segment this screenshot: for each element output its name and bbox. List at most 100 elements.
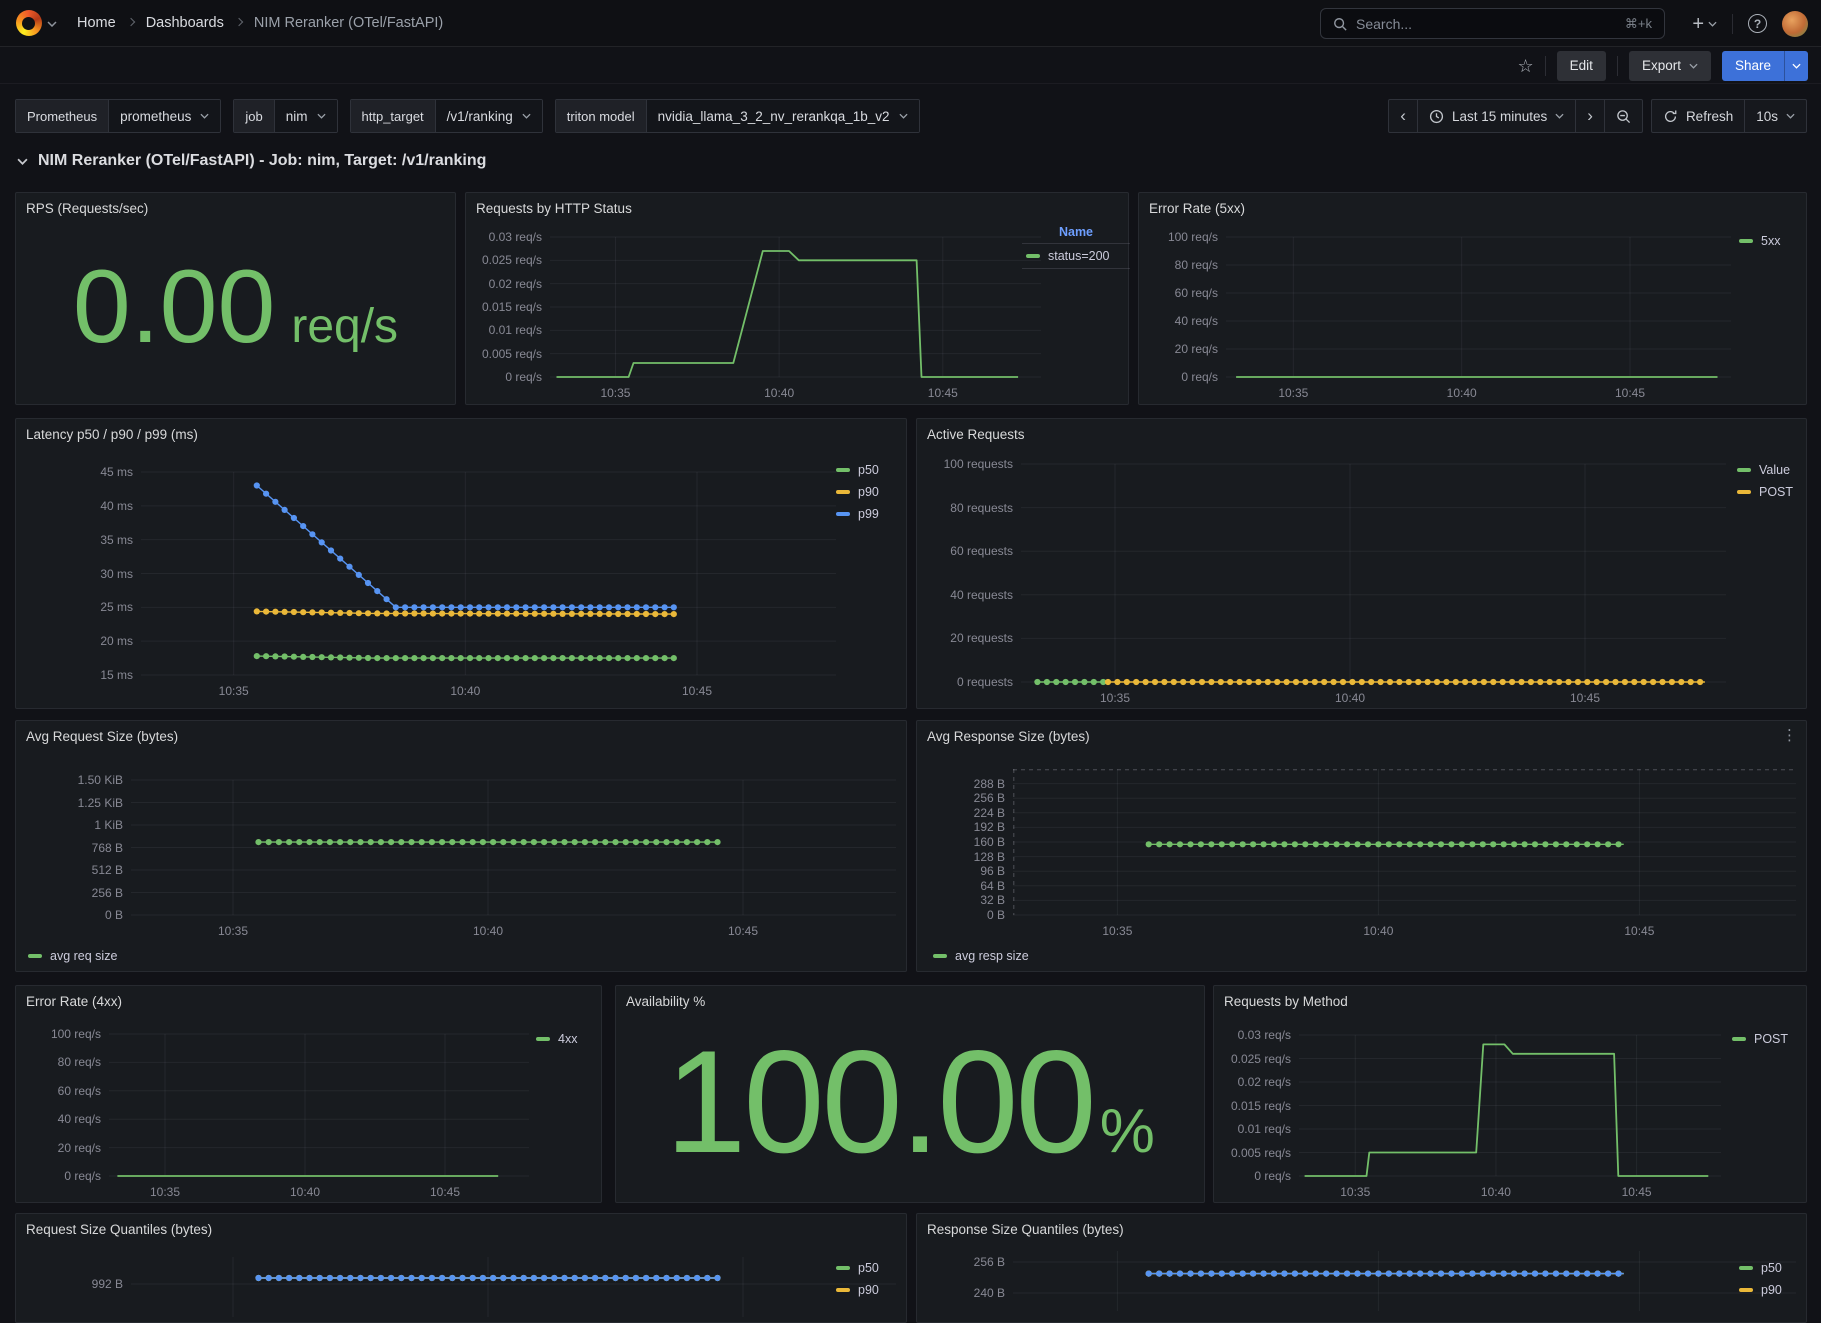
variable-value-dropdown[interactable]: nim: [274, 100, 337, 132]
y-tick-label: 0 req/s: [434, 370, 542, 384]
legend-item-Value[interactable]: Value: [1737, 459, 1793, 481]
legend-label: avg resp size: [955, 949, 1029, 963]
variable-value-dropdown[interactable]: prometheus: [108, 100, 220, 132]
panel-title[interactable]: Avg Response Size (bytes): [917, 721, 1100, 751]
series-POST: [1305, 1044, 1709, 1176]
legend-label: p50: [858, 1261, 879, 1275]
legend-item-4xx[interactable]: 4xx: [536, 1028, 577, 1050]
share-button[interactable]: Share: [1722, 51, 1784, 81]
y-tick-label: 512 B: [15, 863, 123, 877]
x-tick-label: 10:35: [1080, 691, 1150, 705]
legend-item-p99[interactable]: p99: [836, 503, 879, 525]
y-tick-label: 288 B: [897, 777, 1005, 791]
panel-title[interactable]: Error Rate (5xx): [1139, 193, 1255, 223]
panel-avg-request-size: Avg Request Size (bytes) 0 B256 B512 B76…: [15, 720, 907, 972]
grafana-logo[interactable]: [16, 10, 42, 36]
edit-button[interactable]: Edit: [1557, 51, 1606, 81]
stat-value-wrap: 100.00 %: [616, 1012, 1204, 1192]
search-icon: [1333, 17, 1347, 31]
x-tick-label: 10:35: [1082, 924, 1152, 938]
panel-title[interactable]: Response Size Quantiles (bytes): [917, 1214, 1134, 1244]
row-title: NIM Reranker (OTel/FastAPI) - Job: nim, …: [38, 152, 486, 170]
legend-item-avg resp size[interactable]: avg resp size: [933, 945, 1029, 967]
legend-series-color: [836, 512, 850, 516]
panel-title[interactable]: Requests by HTTP Status: [466, 193, 642, 223]
legend-item-p50[interactable]: p50: [1739, 1257, 1782, 1279]
panel-title[interactable]: Request Size Quantiles (bytes): [16, 1214, 222, 1244]
panel-menu-icon[interactable]: ⋮: [1782, 726, 1797, 744]
search-input[interactable]: Search... ⌘+k: [1320, 8, 1665, 39]
legend: POST: [1732, 1028, 1788, 1050]
panel-title[interactable]: Avg Request Size (bytes): [16, 721, 188, 751]
time-shift-forward-button[interactable]: ›: [1575, 100, 1604, 132]
time-range-group: ‹ Last 15 minutes ›: [1388, 99, 1643, 133]
x-tick-label: 10:45: [1595, 386, 1665, 400]
legend-series-color: [1732, 1037, 1746, 1041]
legend-item-5xx[interactable]: 5xx: [1739, 230, 1780, 252]
legend-series-color: [1739, 239, 1753, 243]
share-menu-chevron[interactable]: [1784, 51, 1808, 81]
legend: p50p90p99: [836, 459, 879, 525]
y-tick-label: 32 B: [897, 893, 1005, 907]
y-tick-label: 60 req/s: [0, 1084, 101, 1098]
dashboard-row-header[interactable]: NIM Reranker (OTel/FastAPI) - Job: nim, …: [17, 152, 486, 170]
x-tick-label: 10:40: [1315, 691, 1385, 705]
panel-title[interactable]: Latency p50 / p90 / p99 (ms): [16, 419, 208, 449]
panel-title[interactable]: Active Requests: [917, 419, 1035, 449]
variable-value-dropdown[interactable]: /v1/ranking: [435, 100, 542, 132]
panel-avg-response-size: Avg Response Size (bytes) 0 B32 B64 B96 …: [916, 720, 1807, 972]
x-tick-label: 10:35: [580, 386, 650, 400]
legend-item-p50[interactable]: p50: [836, 459, 879, 481]
chevron-left-icon: ‹: [1400, 106, 1406, 126]
add-new-button[interactable]: +: [1692, 14, 1717, 34]
legend: 5xx: [1739, 230, 1780, 252]
variables-row: Prometheusprometheusjobnimhttp_target/v1…: [15, 99, 1807, 133]
breadcrumb-dashboards[interactable]: Dashboards: [146, 15, 224, 31]
legend-item-p50[interactable]: p50: [836, 1257, 879, 1279]
variable-value-dropdown[interactable]: nvidia_llama_3_2_nv_rerankqa_1b_v2: [646, 100, 919, 132]
refresh-button[interactable]: Refresh: [1652, 100, 1744, 132]
org-switcher-chevron-icon[interactable]: [47, 14, 57, 32]
nav-right-cluster: + ?: [1692, 0, 1808, 47]
panel-title[interactable]: Error Rate (4xx): [16, 986, 132, 1016]
export-button[interactable]: Export: [1629, 51, 1711, 81]
zoom-out-button[interactable]: [1604, 100, 1642, 132]
breadcrumb-home[interactable]: Home: [77, 15, 116, 31]
legend-label: 4xx: [558, 1032, 577, 1046]
x-tick-label: 10:35: [1320, 1185, 1390, 1199]
y-tick-label: 0.015 req/s: [434, 300, 542, 314]
x-tick-label: 10:45: [908, 386, 978, 400]
legend: avg req size: [28, 945, 117, 967]
y-tick-label: 40 req/s: [1110, 314, 1218, 328]
stat-value: 0.00: [73, 255, 275, 359]
avatar[interactable]: [1782, 11, 1808, 37]
legend-item-avg req size[interactable]: avg req size: [28, 945, 117, 967]
share-split-button: Share: [1722, 51, 1808, 81]
y-tick-label: 0.03 req/s: [1183, 1028, 1291, 1042]
legend-item-p90[interactable]: p90: [836, 481, 879, 503]
x-tick-label: 10:35: [130, 1185, 200, 1199]
stat-value-wrap: 0.00 req/s: [16, 219, 455, 394]
help-icon[interactable]: ?: [1748, 14, 1767, 33]
panel-title[interactable]: Requests by Method: [1214, 986, 1358, 1016]
legend-item-POST[interactable]: POST: [1737, 481, 1793, 503]
variable-value: nvidia_llama_3_2_nv_rerankqa_1b_v2: [658, 109, 890, 124]
y-tick-label: 256 B: [15, 886, 123, 900]
y-tick-label: 35 ms: [25, 533, 133, 547]
y-tick-label: 64 B: [897, 879, 1005, 893]
y-tick-label: 40 ms: [25, 499, 133, 513]
chevron-down-icon: [522, 113, 531, 119]
x-tick-label: 10:35: [198, 924, 268, 938]
time-shift-back-button[interactable]: ‹: [1389, 100, 1417, 132]
refresh-interval-picker[interactable]: 10s: [1744, 100, 1806, 132]
panel-error-rate-5xx: Error Rate (5xx) 0 req/s20 req/s40 req/s…: [1138, 192, 1807, 405]
breadcrumb-current-dashboard: NIM Reranker (OTel/FastAPI): [254, 15, 443, 31]
favorite-star-icon[interactable]: ☆: [1518, 57, 1534, 75]
row-collapse-chevron-icon: [17, 158, 28, 165]
panel-requests-by-method: Requests by Method 0 req/s0.005 req/s0.0…: [1213, 985, 1807, 1203]
legend-label: POST: [1759, 485, 1793, 499]
time-range-picker[interactable]: Last 15 minutes: [1417, 100, 1575, 132]
variable-label: Prometheus: [16, 100, 108, 132]
y-tick-label: 224 B: [897, 806, 1005, 820]
legend-item-POST[interactable]: POST: [1732, 1028, 1788, 1050]
